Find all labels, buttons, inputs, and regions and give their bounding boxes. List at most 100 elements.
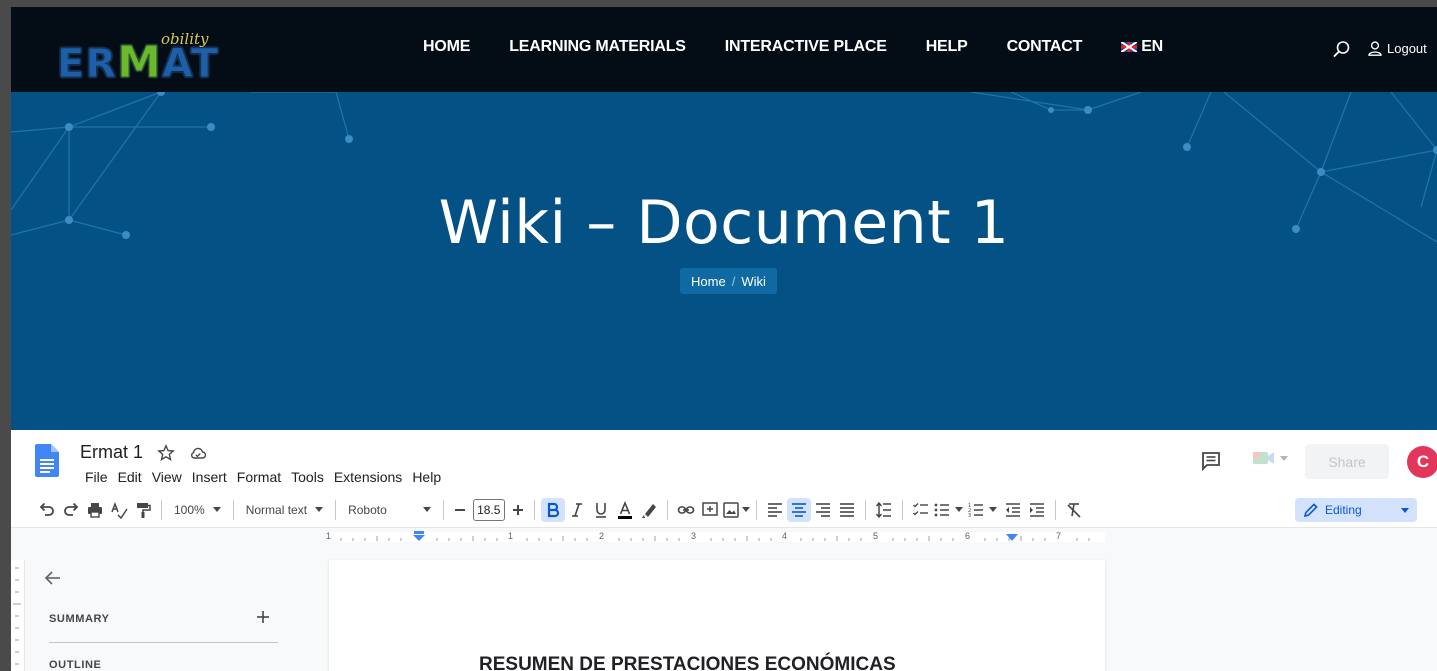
paragraph-style-select[interactable]: Normal text	[240, 503, 329, 517]
arrow-left-icon[interactable]	[43, 568, 63, 588]
align-center-icon[interactable]	[786, 497, 811, 522]
pencil-icon	[1303, 503, 1318, 518]
language-switcher[interactable]: EN	[1121, 38, 1163, 56]
ruler-number: 4	[782, 531, 788, 541]
ruler-number: 6	[965, 531, 971, 541]
align-left-icon[interactable]	[763, 498, 787, 522]
menu-edit[interactable]: Edit	[113, 468, 147, 486]
cloud-saved-icon[interactable]	[189, 444, 207, 462]
svg-text:3: 3	[968, 513, 971, 519]
print-icon[interactable]	[83, 498, 107, 522]
browser-viewport: ERMAT obility HOME LEARNING MATERIALS IN…	[11, 7, 1437, 671]
add-comment-icon[interactable]	[698, 498, 722, 522]
chevron-down-icon	[954, 507, 963, 512]
numbered-list-icon[interactable]: 123	[967, 498, 997, 522]
link-icon[interactable]	[674, 498, 698, 522]
text-color-icon[interactable]	[613, 498, 637, 522]
toolbar-divider	[755, 499, 757, 520]
ruler-number: 5	[873, 531, 879, 541]
paragraph-style-value: Normal text	[245, 502, 308, 517]
menu-tools[interactable]: Tools	[286, 468, 329, 486]
summary-heading: SUMMARY	[49, 613, 110, 625]
toolbar-divider	[533, 499, 535, 520]
insert-image-icon[interactable]	[722, 498, 750, 522]
menu-format[interactable]: Format	[232, 468, 286, 486]
nav-help[interactable]: HELP	[926, 38, 968, 56]
left-indent-marker-icon[interactable]	[412, 531, 426, 541]
right-indent-marker-icon[interactable]	[1005, 534, 1019, 544]
menu-view[interactable]: View	[147, 468, 187, 486]
google-docs-embed: Ermat 1 File Edit View Insert Format Too…	[11, 430, 1437, 671]
nav-contact[interactable]: CONTACT	[1007, 38, 1083, 56]
decrease-font-size-icon[interactable]	[450, 498, 470, 522]
redo-icon[interactable]	[59, 498, 83, 522]
comment-history-icon[interactable]	[1201, 451, 1221, 471]
decrease-indent-icon[interactable]	[1001, 498, 1025, 522]
chevron-down-icon	[988, 507, 997, 512]
search-icon[interactable]	[1333, 40, 1351, 58]
zoom-select[interactable]: 100%	[168, 503, 227, 517]
spellcheck-icon[interactable]	[107, 498, 131, 522]
italic-icon[interactable]	[565, 498, 589, 522]
docs-header: Ermat 1 File Edit View Insert Format Too…	[11, 430, 1437, 492]
horizontal-ruler[interactable]: 1 1 2 3 4 5 6 7	[11, 528, 1437, 546]
doc-title-row: Ermat 1	[80, 442, 207, 463]
user-icon	[1368, 41, 1382, 56]
user-avatar[interactable]: C	[1407, 446, 1437, 478]
outline-divider	[49, 642, 278, 643]
font-family-select[interactable]: Roboto	[342, 503, 437, 517]
share-button[interactable]: Share	[1305, 444, 1389, 479]
paint-format-icon[interactable]	[131, 498, 155, 522]
breadcrumb-home[interactable]: Home	[691, 274, 726, 289]
document-title[interactable]: Ermat 1	[80, 442, 143, 463]
google-docs-logo-icon[interactable]	[35, 444, 59, 477]
bold-icon[interactable]	[540, 497, 565, 522]
toolbar-divider	[442, 499, 444, 520]
meet-button[interactable]	[1252, 449, 1288, 467]
ruler-number: 3	[691, 531, 697, 541]
toolbar-divider	[161, 499, 162, 520]
increase-indent-icon[interactable]	[1025, 498, 1049, 522]
ruler-strip: 1 1 2 3 4 5 6 7	[326, 531, 1105, 542]
highlight-icon[interactable]	[637, 498, 661, 522]
align-right-icon[interactable]	[811, 498, 835, 522]
font-size-input[interactable]: 18.5	[472, 498, 505, 521]
document-page[interactable]: RESUMEN DE PRESTACIONES ECONÓMICAS	[329, 560, 1105, 671]
logout-link[interactable]: Logout	[1368, 41, 1427, 56]
zoom-value: 100%	[174, 502, 205, 517]
ruler-number: 1	[508, 531, 514, 541]
ermat-logo[interactable]: ERMAT obility	[56, 27, 247, 89]
nav-interactive-place[interactable]: INTERACTIVE PLACE	[725, 38, 887, 56]
checklist-icon[interactable]	[909, 498, 933, 522]
outline-heading: OUTLINE	[49, 659, 102, 671]
add-summary-icon[interactable]	[255, 609, 271, 625]
nav-learning-materials[interactable]: LEARNING MATERIALS	[509, 38, 686, 56]
logo-superscript: obility	[161, 30, 209, 48]
breadcrumb: Home / Wiki	[680, 268, 777, 294]
menu-extensions[interactable]: Extensions	[329, 468, 407, 486]
logout-label: Logout	[1387, 41, 1427, 56]
underline-icon[interactable]	[589, 498, 613, 522]
toolbar-divider	[1054, 499, 1056, 520]
clear-formatting-icon[interactable]	[1062, 498, 1086, 522]
justify-icon[interactable]	[835, 498, 859, 522]
page-hero: Wiki – Document 1 Home / Wiki	[11, 92, 1437, 430]
star-icon[interactable]	[157, 443, 175, 462]
google-meet-icon	[1253, 452, 1274, 464]
editing-mode-button[interactable]: Editing	[1295, 498, 1417, 522]
document-heading[interactable]: RESUMEN DE PRESTACIONES ECONÓMICAS	[479, 654, 896, 671]
undo-icon[interactable]	[35, 498, 59, 522]
toolbar-divider	[901, 499, 903, 520]
vertical-ruler-ticks	[13, 567, 21, 665]
nav-home[interactable]: HOME	[423, 38, 470, 56]
increase-font-size-icon[interactable]	[508, 498, 528, 522]
vertical-ruler[interactable]	[11, 560, 25, 671]
language-label: EN	[1141, 38, 1164, 55]
bulleted-list-icon[interactable]	[933, 498, 963, 522]
editing-mode-label: Editing	[1325, 503, 1362, 517]
menu-file[interactable]: File	[80, 468, 113, 486]
line-spacing-icon[interactable]	[872, 498, 896, 522]
page-title: Wiki – Document 1	[438, 188, 1010, 258]
menu-insert[interactable]: Insert	[187, 468, 232, 486]
menu-help[interactable]: Help	[407, 468, 446, 486]
